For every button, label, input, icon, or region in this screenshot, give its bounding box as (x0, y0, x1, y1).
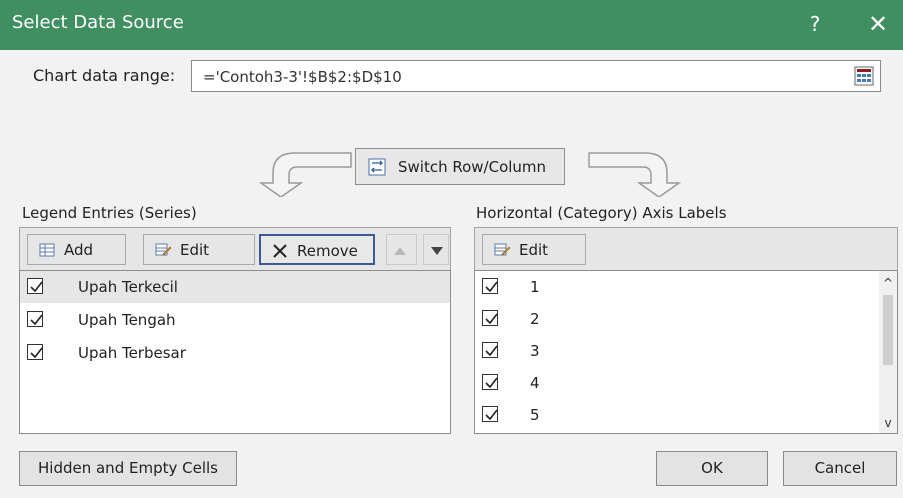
chart-data-range-value: ='Contoh3-3'!$B$2:$D$10 (203, 68, 402, 86)
axis-label-value: 3 (530, 342, 540, 360)
scroll-up-icon[interactable]: ^ (881, 275, 895, 291)
edit-series-button[interactable]: Edit (143, 234, 255, 265)
chart-data-range-label: Chart data range: (33, 66, 176, 85)
list-item[interactable]: 4 (475, 367, 897, 399)
list-item[interactable]: 2 (475, 303, 897, 335)
axis-label-value: 2 (530, 310, 540, 328)
axis-label-value: 1 (530, 278, 540, 296)
series-label: Upah Terbesar (78, 344, 186, 362)
edit-axis-labels-button[interactable]: Edit (482, 234, 586, 265)
left-curved-arrow-icon (258, 152, 352, 197)
switch-row-column-label: Switch Row/Column (398, 158, 547, 176)
add-series-button[interactable]: Add (27, 234, 126, 265)
axis-toolbar: Edit (474, 227, 898, 272)
legend-entries-title: Legend Entries (Series) (22, 204, 197, 222)
legend-toolbar: Add Edit Remove (19, 227, 451, 272)
add-series-label: Add (64, 241, 94, 259)
axis-label-checkbox[interactable] (482, 278, 498, 294)
list-item[interactable]: 1 (475, 271, 897, 303)
move-down-button[interactable] (423, 234, 449, 265)
list-item[interactable]: 5 (475, 399, 897, 431)
down-triangle-icon (431, 247, 443, 255)
axis-label-value: 5 (530, 406, 540, 424)
select-data-source-dialog: Select Data Source ? ✕ Chart data range:… (0, 0, 903, 498)
switch-rowcol-icon (368, 158, 386, 176)
remove-series-label: Remove (297, 242, 358, 260)
remove-x-icon (273, 244, 287, 258)
legend-entries-list[interactable]: Upah Terkecil Upah Tengah Upah Terbesar (19, 270, 451, 434)
axis-labels-title: Horizontal (Category) Axis Labels (476, 204, 727, 222)
right-curved-arrow-icon (588, 152, 682, 197)
axis-label-checkbox[interactable] (482, 406, 498, 422)
edit-icon (494, 243, 511, 256)
ok-button[interactable]: OK (656, 451, 768, 486)
add-icon (39, 243, 55, 257)
list-item[interactable]: Upah Tengah (20, 304, 450, 336)
axis-label-checkbox[interactable] (482, 374, 498, 390)
cancel-button[interactable]: Cancel (783, 451, 897, 486)
up-triangle-icon (394, 247, 406, 255)
series-checkbox[interactable] (27, 311, 43, 327)
list-item[interactable]: Upah Terbesar (20, 337, 450, 369)
scroll-thumb[interactable] (883, 295, 893, 365)
axis-label-checkbox[interactable] (482, 310, 498, 326)
edit-axis-labels-label: Edit (519, 241, 549, 259)
axis-labels-list[interactable]: 1 2 3 4 5 ^ v (474, 270, 898, 434)
hidden-empty-cells-button[interactable]: Hidden and Empty Cells (19, 451, 237, 486)
chart-data-range-input[interactable]: ='Contoh3-3'!$B$2:$D$10 (191, 60, 881, 92)
series-checkbox[interactable] (27, 344, 43, 360)
move-up-button[interactable] (386, 234, 417, 265)
dialog-title: Select Data Source (12, 12, 184, 33)
remove-series-button[interactable]: Remove (259, 234, 375, 265)
series-label: Upah Terkecil (78, 278, 178, 296)
edit-series-label: Edit (180, 241, 210, 259)
title-bar: Select Data Source ? ✕ (0, 0, 903, 50)
edit-icon (155, 243, 172, 256)
series-checkbox[interactable] (27, 278, 43, 294)
axis-label-value: 4 (530, 374, 540, 392)
axis-list-scrollbar[interactable]: ^ v (879, 271, 897, 433)
switch-row-column-button[interactable]: Switch Row/Column (355, 148, 565, 185)
list-item[interactable]: Upah Terkecil (20, 271, 450, 303)
range-picker-icon[interactable] (854, 66, 874, 86)
axis-label-checkbox[interactable] (482, 342, 498, 358)
list-item[interactable]: 3 (475, 335, 897, 367)
scroll-down-icon[interactable]: v (881, 415, 895, 431)
help-button[interactable]: ? (799, 9, 831, 39)
series-label: Upah Tengah (78, 311, 176, 329)
close-button[interactable]: ✕ (862, 9, 894, 39)
